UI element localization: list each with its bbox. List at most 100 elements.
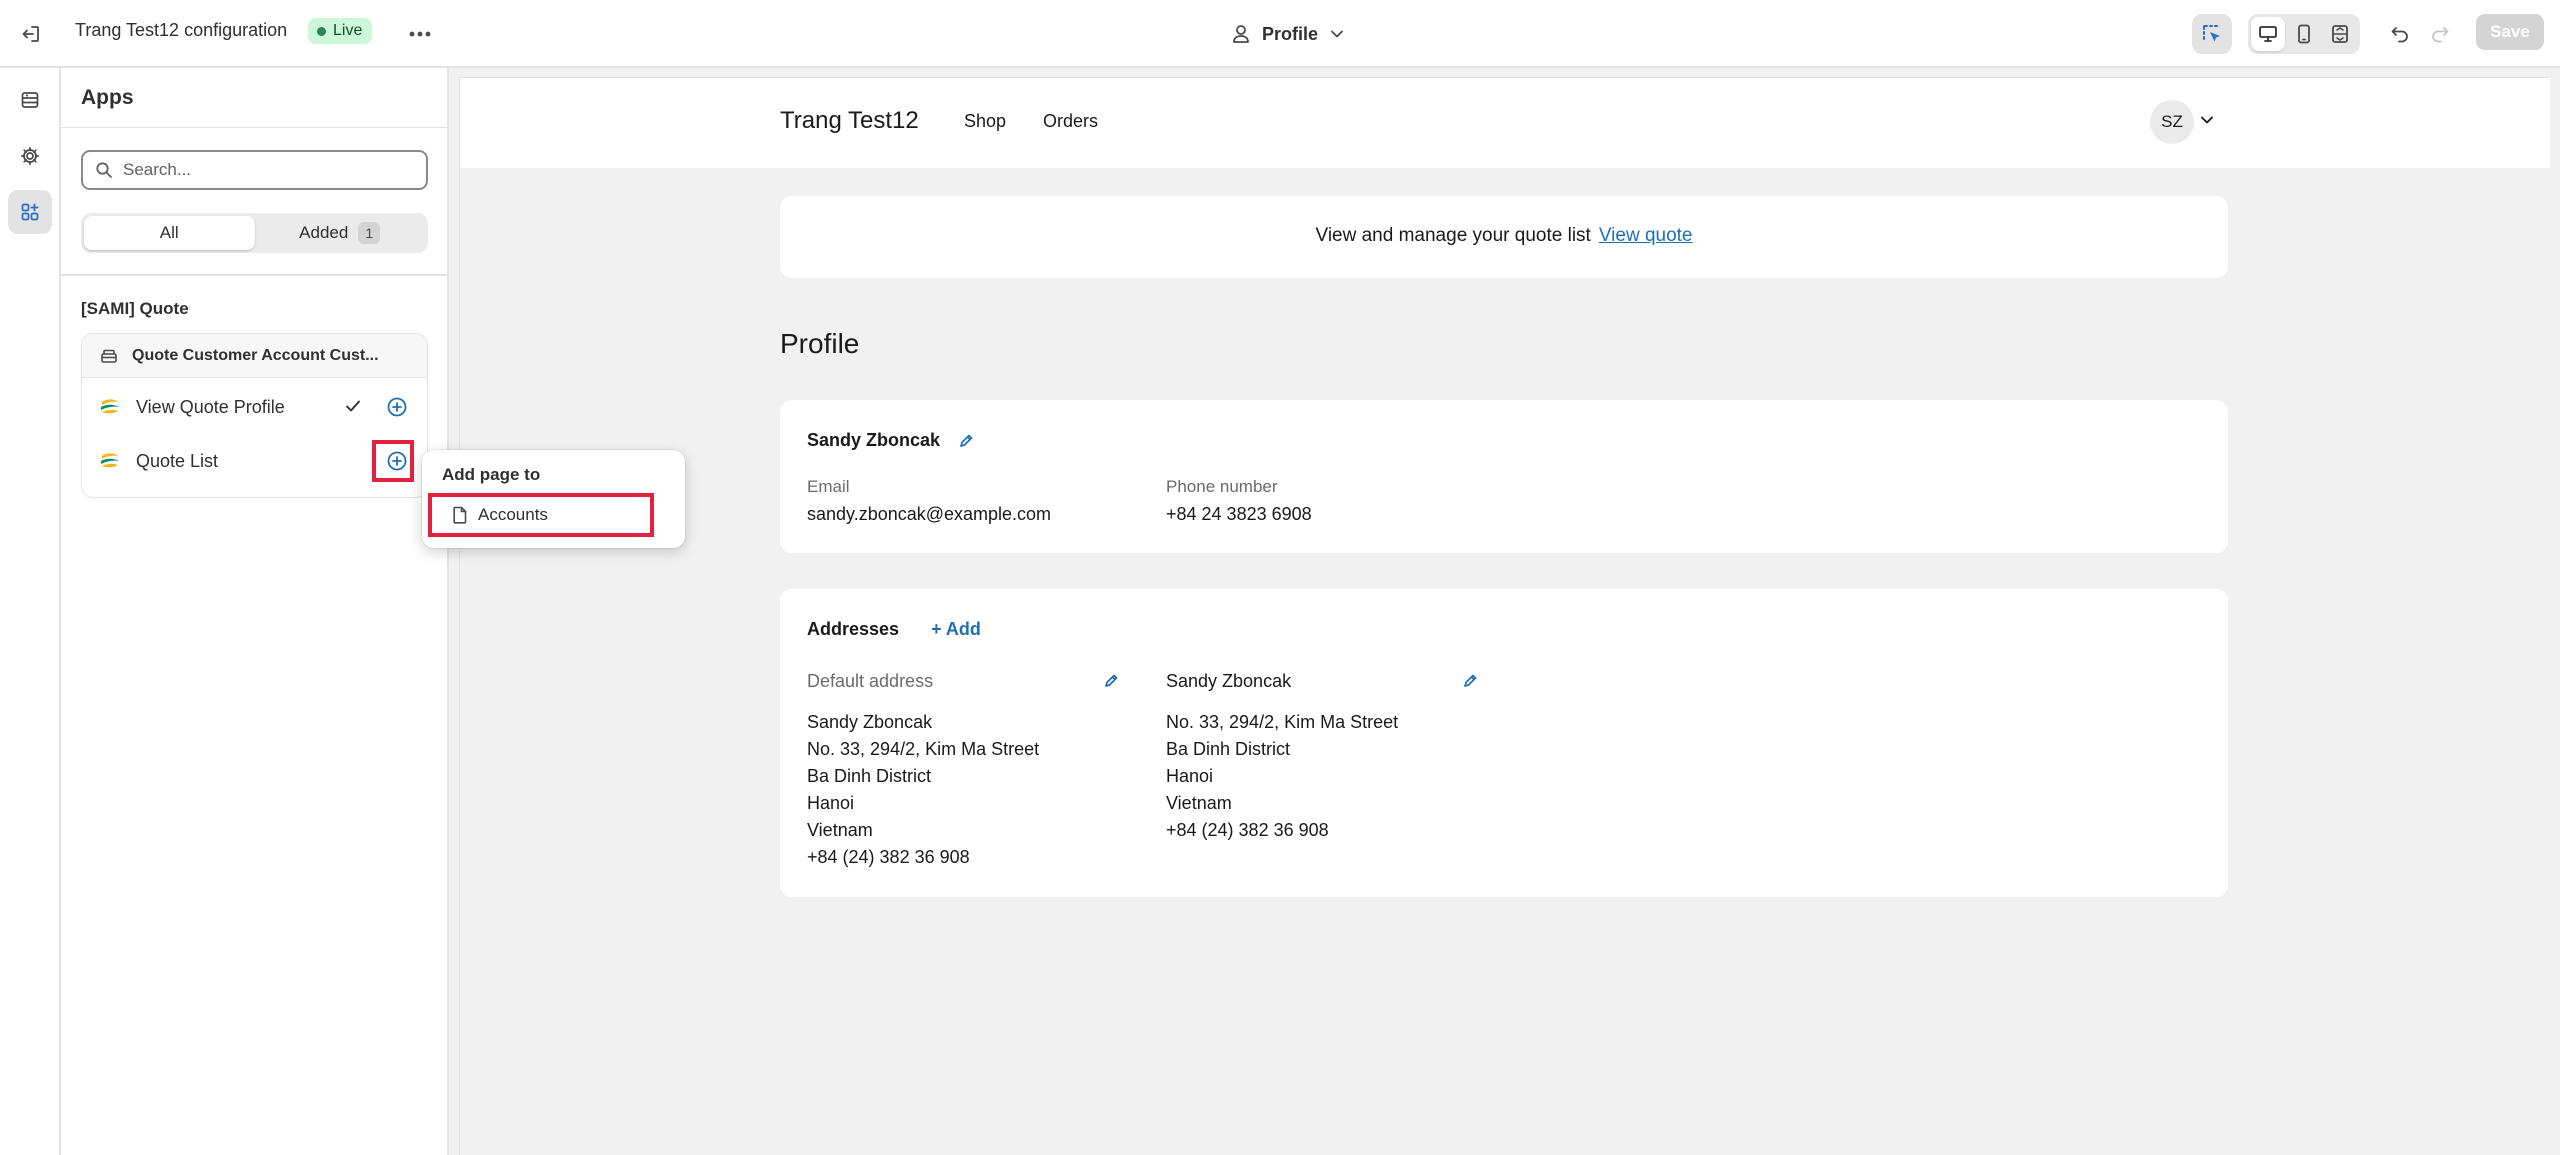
- app-group-title: [SAMI] Quote: [81, 299, 189, 318]
- more-horizontal-icon: [409, 31, 431, 37]
- more-actions-button[interactable]: [403, 17, 437, 51]
- popover-item-label: Accounts: [478, 505, 548, 524]
- person-icon: [1233, 25, 1249, 43]
- list-item: Quote List: [82, 434, 427, 488]
- filter-tabs: All Added 1: [81, 213, 428, 253]
- address-line: Ba Dinh District: [807, 766, 932, 786]
- address-line: +84 (24) 382 36 908: [1166, 820, 1329, 840]
- app-search: [81, 150, 428, 190]
- quote-app-logo-icon: [99, 450, 121, 472]
- default-address: Default address Sandy Zboncak No. 33, 294…: [807, 671, 1147, 871]
- add-address-button[interactable]: + Add: [931, 619, 981, 640]
- secondary-address-title: Sandy Zboncak: [1166, 671, 1292, 691]
- add-circle-icon[interactable]: [386, 450, 408, 472]
- email-value: sandy.zboncak@example.com: [807, 504, 1052, 524]
- phone-value: +84 24 3823 6908: [1166, 504, 1312, 524]
- pencil-icon[interactable]: [958, 433, 974, 449]
- page-title: Profile: [780, 328, 860, 359]
- tab-added[interactable]: Added 1: [255, 216, 426, 250]
- address-line: Vietnam: [807, 820, 873, 840]
- nav-link-orders[interactable]: Orders: [1043, 111, 1098, 132]
- list-item: View Quote Profile: [82, 380, 427, 434]
- addresses-card: Addresses + Add Default address Sandy Zb…: [780, 589, 2228, 897]
- select-cursor-icon: [2203, 25, 2220, 42]
- sections-button[interactable]: [8, 78, 52, 122]
- avatar[interactable]: SZ: [2150, 100, 2194, 144]
- undo-button[interactable]: [2380, 14, 2420, 54]
- fullscreen-icon: [2332, 25, 2348, 43]
- banner-text-row: View and manage your quote list View quot…: [780, 225, 2228, 247]
- app-item-label: View Quote Profile: [136, 396, 285, 417]
- search-icon: [96, 162, 112, 178]
- panel-title: Apps: [61, 68, 447, 128]
- pencil-icon[interactable]: [1103, 673, 1119, 689]
- redo-icon: [2432, 27, 2449, 43]
- tab-all[interactable]: All: [84, 216, 255, 250]
- quote-app-logo-icon: [99, 396, 121, 418]
- address-line: Ba Dinh District: [1166, 739, 1291, 759]
- addresses-title: Addresses: [807, 619, 900, 639]
- theme-title: Trang Test12 configuration: [75, 20, 288, 40]
- apps-panel: Apps All Added 1 [SAMI] Quote Quote Cust…: [61, 68, 449, 1155]
- address-line: Hanoi: [807, 793, 855, 813]
- app-card-header[interactable]: Quote Customer Account Cust...: [82, 334, 427, 378]
- theme-settings-button[interactable]: [8, 134, 52, 178]
- desktop-view-button[interactable]: [2251, 17, 2285, 51]
- desktop-icon: [2259, 26, 2277, 42]
- inspector-toggle-button[interactable]: [2192, 14, 2232, 54]
- address-line: Hanoi: [1166, 766, 1214, 786]
- addresses-header: Addresses + Add: [807, 619, 981, 640]
- pencil-icon[interactable]: [1462, 673, 1478, 689]
- app-item-label: Quote List: [136, 450, 219, 471]
- apps-icon: [21, 203, 39, 221]
- sections-icon: [21, 92, 39, 108]
- secondary-address: Sandy Zboncak No. 33, 294/2, Kim Ma Stre…: [1166, 671, 1506, 844]
- store-name[interactable]: Trang Test12: [780, 107, 919, 135]
- app-card-header-label: Quote Customer Account Cust...: [132, 346, 379, 364]
- view-quote-link[interactable]: View quote: [1599, 225, 1693, 246]
- exit-editor-button[interactable]: [14, 17, 48, 51]
- address-line: No. 33, 294/2, Kim Ma Street: [807, 739, 1040, 759]
- popover-title: Add page to: [442, 465, 541, 484]
- added-count-badge: 1: [358, 222, 381, 244]
- full-width-view-button[interactable]: [2323, 17, 2357, 51]
- tab-added-label: Added: [299, 223, 349, 242]
- page-icon: [453, 506, 467, 524]
- customer-name-row: Sandy Zboncak: [807, 430, 974, 451]
- popover-item-accounts[interactable]: Accounts: [428, 493, 654, 537]
- address-line: No. 33, 294/2, Kim Ma Street: [1166, 712, 1399, 732]
- store-header: Trang Test12 Shop Orders SZ: [460, 78, 2550, 168]
- checkmark-icon: [346, 400, 360, 412]
- email-label: Email: [807, 477, 850, 496]
- address-line: Sandy Zboncak: [807, 712, 933, 732]
- search-input[interactable]: [123, 160, 403, 180]
- chevron-down-icon[interactable]: [2200, 115, 2214, 125]
- page-selector-label: Profile: [1262, 23, 1319, 44]
- nav-link-shop[interactable]: Shop: [964, 111, 1006, 132]
- phone-label: Phone number: [1166, 477, 1278, 496]
- save-button[interactable]: Save: [2476, 14, 2544, 50]
- default-address-lines: Sandy Zboncak No. 33, 294/2, Kim Ma Stree…: [807, 709, 1147, 871]
- apps-button[interactable]: [8, 190, 52, 234]
- live-dot-icon: [317, 26, 326, 36]
- customer-card: Sandy Zboncak Email sandy.zboncak@exampl…: [780, 400, 2228, 553]
- add-page-popover: Add page to Accounts: [422, 450, 685, 548]
- address-line: +84 (24) 382 36 908: [807, 847, 970, 867]
- quote-banner: View and manage your quote list View quot…: [780, 196, 2228, 278]
- viewport-switcher: [2248, 14, 2360, 54]
- secondary-address-lines: No. 33, 294/2, Kim Ma Street Ba Dinh Dist…: [1166, 709, 1506, 844]
- live-badge: Live: [308, 18, 373, 44]
- panel-divider: [61, 274, 447, 276]
- mobile-view-button[interactable]: [2287, 17, 2321, 51]
- gear-icon: [20, 146, 40, 166]
- top-bar: Trang Test12 configuration Live Profile: [0, 0, 2560, 68]
- redo-button[interactable]: [2420, 14, 2460, 54]
- add-circle-icon[interactable]: [386, 396, 408, 418]
- default-address-title: Default address: [807, 671, 934, 691]
- customer-name: Sandy Zboncak: [807, 430, 941, 450]
- undo-icon: [2391, 27, 2408, 43]
- chevron-down-icon: [1331, 30, 1343, 38]
- page-selector[interactable]: Profile: [1232, 16, 1344, 52]
- address-line: Vietnam: [1166, 793, 1232, 813]
- app-blocks-card: Quote Customer Account Cust... View Quot…: [81, 333, 428, 498]
